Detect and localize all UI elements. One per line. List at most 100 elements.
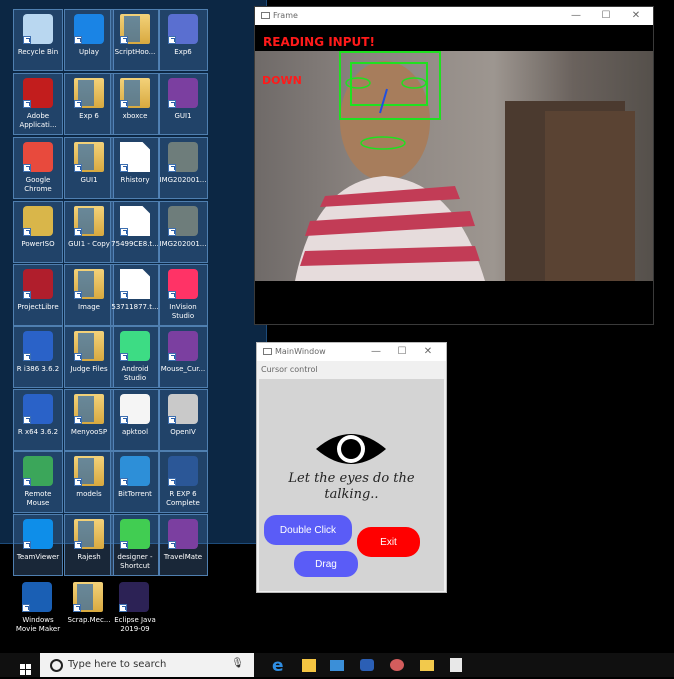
desktop-icon[interactable]: OpenIV [158,389,208,451]
desktop-icon[interactable]: Rhistory [110,137,160,199]
frame-titlebar[interactable]: Frame — ☐ ✕ [255,7,653,25]
shortcut-arrow-icon [168,36,176,44]
desktop-icon-label: Windows Movie Maker [15,616,61,633]
desktop-icon[interactable]: Google Chrome [13,137,63,199]
desktop-icon[interactable]: BitTorrent [110,451,160,513]
desktop-icon[interactable]: ScriptHoo... [110,9,160,71]
desktop-icon[interactable]: xboxce [110,73,160,135]
shortcut-arrow-icon [74,164,82,172]
desktop-icon-label: Recycle Bin [17,48,59,56]
desktop-icon[interactable]: TravelMate [158,514,208,576]
desktop-icon[interactable]: 75499CE8.t... [110,201,160,263]
desktop-icon[interactable]: Adobe Applicati... [13,73,63,135]
desktop-icon[interactable]: Exp 6 [64,73,114,135]
desktop-icon[interactable]: GUI1 - Copy [64,201,114,263]
desktop-icon[interactable]: ProjectLibre [13,264,63,326]
window-app-icon [261,12,270,19]
drag-button[interactable]: Drag [294,551,358,577]
shortcut-arrow-icon [168,478,176,486]
shortcut-arrow-icon [120,478,128,486]
desktop-icon[interactable]: GUI1 [158,73,208,135]
desktop-icon[interactable]: IMG202001... [158,201,208,263]
shortcut-arrow-icon [120,228,128,236]
shortcut-arrow-icon [168,100,176,108]
search-circle-icon [50,659,63,672]
shortcut-arrow-icon [120,100,128,108]
desktop-icon[interactable]: R EXP 6 Complete [158,451,208,513]
desktop-icon[interactable]: Mouse_Cur... [158,326,208,388]
app-icon-red[interactable] [390,659,404,671]
main-window[interactable]: MainWindow — ☐ ✕ Cursor control Let the … [256,342,447,593]
double-click-button[interactable]: Double Click [264,515,352,545]
desktop-icon-label: Scrap.Mec... [67,616,111,624]
maximize-icon[interactable]: ☐ [390,343,414,361]
desktop-icon[interactable]: designer - Shortcut [110,514,160,576]
app-icon-blue[interactable] [360,659,374,671]
mainwindow-titlebar[interactable]: MainWindow — ☐ ✕ [257,343,446,361]
shortcut-arrow-icon [23,353,31,361]
desktop-icon[interactable]: R x64 3.6.2 [13,389,63,451]
desktop-icon[interactable]: Android Studio [110,326,160,388]
shortcut-arrow-icon [120,164,128,172]
desktop-icon[interactable]: 53711877.t... [110,264,160,326]
direction-label: DOWN [262,74,302,87]
desktop-icon[interactable]: Rajesh [64,514,114,576]
shortcut-arrow-icon [23,36,31,44]
desktop-icon[interactable]: PowerISO [13,201,63,263]
shortcut-arrow-icon [74,228,82,236]
desktop-icon[interactable]: TeamViewer [13,514,63,576]
desktop-icon[interactable]: models [64,451,114,513]
face-tracking-overlay [295,51,635,281]
shortcut-arrow-icon [23,541,31,549]
desktop-icon[interactable]: Judge Files [64,326,114,388]
minimize-icon[interactable]: — [561,7,591,25]
exit-button[interactable]: Exit [357,527,420,557]
window-app-icon [263,348,272,355]
desktop-icon-label: IMG202001... [159,176,207,184]
desktop-icon[interactable]: MenyooSP [64,389,114,451]
desktop-icon[interactable]: Exp6 [158,9,208,71]
desktop-icon[interactable]: IMG202001... [158,137,208,199]
store-icon[interactable] [302,659,316,672]
desktop-icon[interactable]: Recycle Bin [13,9,63,71]
webcam-image [255,51,653,281]
desktop-icon[interactable]: Scrap.Mec... [64,578,114,640]
close-icon[interactable]: ✕ [416,343,440,361]
desktop-icon-label: TravelMate [163,553,203,561]
desktop-icon-label: designer - Shortcut [117,553,153,570]
desktop-icon-label: Adobe Applicati... [19,112,57,129]
desktop-icon-label: GUI1 [80,176,98,184]
close-icon[interactable]: ✕ [621,7,651,25]
minimize-icon[interactable]: — [364,343,388,361]
desktop-icon[interactable]: Image [64,264,114,326]
shortcut-arrow-icon [74,353,82,361]
desktop-icon-label: Android Studio [121,365,149,382]
shortcut-arrow-icon [120,36,128,44]
desktop-icon[interactable]: Windows Movie Maker [13,578,63,640]
desktop-icon[interactable]: InVision Studio [158,264,208,326]
document-app-icon[interactable] [450,658,462,672]
desktop-icon[interactable]: Remote Mouse [13,451,63,513]
mail-icon[interactable] [330,660,344,671]
desktop-icon[interactable]: Eclipse Java 2019-09 [110,578,160,640]
shortcut-arrow-icon [23,416,31,424]
windows-start-icon[interactable] [20,660,31,675]
cursor-control-menu[interactable]: Cursor control [261,365,318,374]
desktop-icon[interactable]: R i386 3.6.2 [13,326,63,388]
desktop-icon-label: OpenIV [170,428,196,436]
shortcut-arrow-icon [120,541,128,549]
desktop-icon[interactable]: Uplay [64,9,114,71]
desktop-icon[interactable]: GUI1 [64,137,114,199]
taskbar-search-box[interactable]: Type here to search 🎙 [40,653,254,677]
shortcut-arrow-icon [168,353,176,361]
maximize-icon[interactable]: ☐ [591,7,621,25]
desktop-icon-label: ScriptHoo... [114,48,156,56]
frame-window[interactable]: Frame — ☐ ✕ READING INPUT! DOWN [254,6,654,325]
file-explorer-icon[interactable] [420,660,434,671]
desktop-icon-label: Rajesh [77,553,101,561]
reading-input-label: READING INPUT! [263,35,375,49]
microphone-icon[interactable]: 🎙 [231,658,244,669]
desktop-icon[interactable]: apktool [110,389,160,451]
edge-icon[interactable]: e [272,656,284,676]
shortcut-arrow-icon [23,291,31,299]
